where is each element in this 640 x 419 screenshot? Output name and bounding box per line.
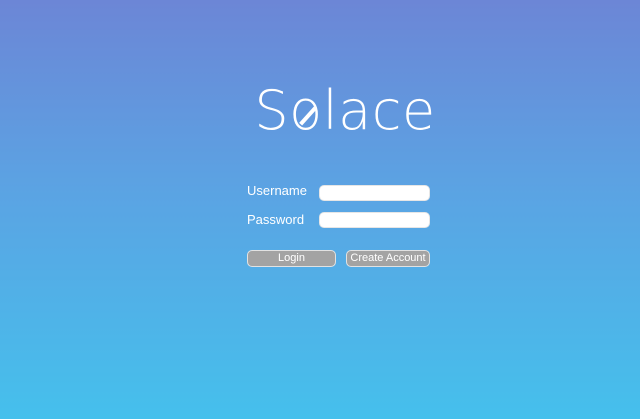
create-account-button[interactable]: Create Account: [346, 250, 430, 267]
username-input[interactable]: [319, 185, 430, 201]
username-label: Username: [247, 183, 307, 198]
logo-text-end: lace: [322, 79, 436, 142]
logo-slashed-o: o: [289, 79, 323, 142]
password-input[interactable]: [319, 212, 430, 228]
password-label: Password: [247, 212, 305, 227]
logo-text-start: S: [254, 79, 290, 142]
login-button[interactable]: Login: [247, 250, 336, 267]
app-logo: Solace: [0, 84, 640, 138]
